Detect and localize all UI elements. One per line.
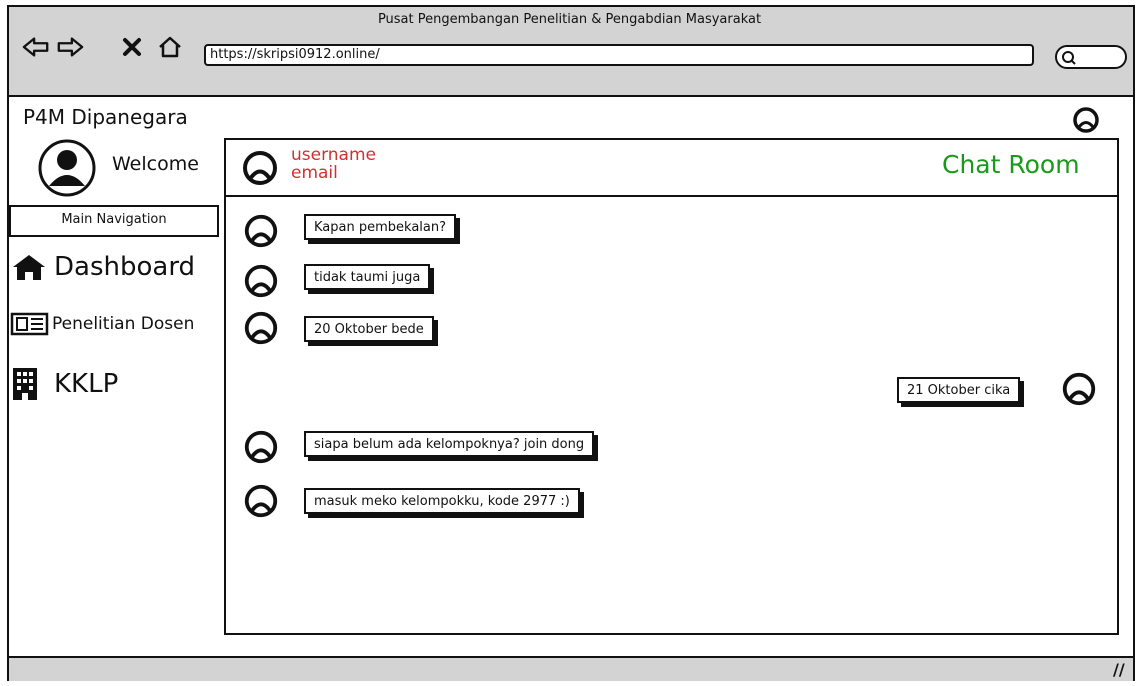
newspaper-icon	[10, 312, 49, 336]
resize-handle-icon[interactable]: //	[1113, 660, 1125, 679]
status-bar	[9, 656, 1133, 681]
message-avatar-icon	[242, 212, 280, 254]
message-bubble: siapa belum ada kelompoknya? join dong	[304, 431, 595, 457]
forward-arrow-icon[interactable]	[56, 34, 84, 60]
message-avatar-icon	[242, 309, 280, 351]
message-bubble: Kapan pembekalan?	[304, 214, 456, 240]
home-icon[interactable]	[156, 34, 184, 60]
message-avatar-icon	[1060, 370, 1098, 412]
message-bubble: masuk meko kelompokku, kode 2977 :)	[304, 488, 580, 514]
app-brand: P4M Dipanegara	[23, 105, 188, 129]
chat-room-title: Chat Room	[942, 150, 1080, 179]
sidebar-item-kklp[interactable]: KKLP	[10, 366, 118, 402]
message-bubble: tidak taumi juga	[304, 264, 431, 290]
message-avatar-icon	[242, 428, 280, 470]
message-bubble: 21 Oktober cika	[897, 377, 1021, 403]
message-avatar-icon	[242, 262, 280, 304]
welcome-label: Welcome	[112, 153, 199, 175]
back-arrow-icon[interactable]	[22, 34, 50, 60]
user-profile-icon[interactable]	[1069, 106, 1103, 140]
sidebar-item-label: KKLP	[54, 369, 119, 399]
chat-username: username	[291, 145, 376, 165]
sidebar-item-dashboard[interactable]: Dashboard	[10, 252, 195, 282]
search-button[interactable]	[1055, 45, 1127, 69]
chat-header-divider	[224, 195, 1119, 197]
search-icon	[1062, 51, 1076, 65]
sidebar-item-label: Dashboard	[54, 252, 196, 282]
sidebar-item-penelitian-dosen[interactable]: Penelitian Dosen	[10, 311, 194, 337]
address-bar[interactable]: https://skripsi0912.online/	[204, 44, 1034, 66]
message-bubble: 20 Oktober bede	[304, 316, 434, 342]
chat-email: email	[291, 163, 338, 183]
message-avatar-icon	[242, 482, 280, 524]
window-title: Pusat Pengembangan Penelitian & Pengabdi…	[377, 12, 762, 27]
stop-x-icon[interactable]	[118, 34, 146, 60]
sidebar-item-label: Penelitian Dosen	[52, 314, 195, 334]
chat-user-avatar-icon	[240, 148, 280, 192]
home-icon	[13, 255, 45, 280]
main-navigation-header: Main Navigation	[9, 205, 219, 237]
building-icon	[13, 368, 37, 400]
sidebar-avatar	[37, 138, 97, 202]
